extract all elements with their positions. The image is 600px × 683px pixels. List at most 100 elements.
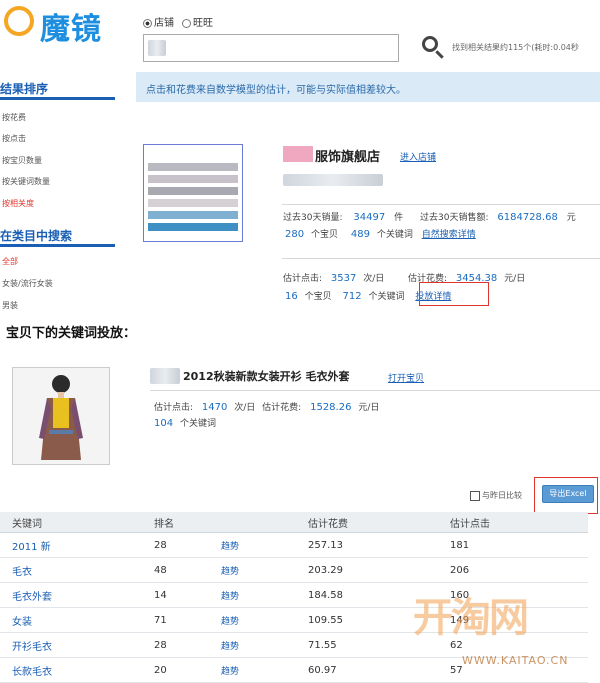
table-header-row: 关键词 排名 估计花费 估计点击	[0, 512, 588, 533]
shop-counts: 280 个宝贝 489 个关键词 自然搜索详情	[285, 227, 476, 240]
col-keyword[interactable]: 关键词	[0, 512, 142, 533]
compare-label: 与昨日比较	[482, 491, 522, 500]
item-clicks-unit: 次/日	[234, 403, 256, 413]
search-type-radios: 店铺 旺旺	[143, 14, 213, 29]
table-row: 2011 新 28 趋势 257.13 181	[0, 532, 588, 558]
sort-by-item-count[interactable]: 按宝贝数量	[2, 155, 42, 166]
compare-yesterday-checkbox[interactable]: 与昨日比较	[470, 490, 522, 501]
open-item-link[interactable]: 打开宝贝	[388, 371, 424, 384]
item-cost-value: 1528.26	[310, 402, 352, 413]
trend-link[interactable]: 趋势	[209, 582, 296, 608]
shop-image[interactable]	[143, 144, 243, 242]
sales-stat: 过去30天销量: 34497 件	[283, 210, 403, 223]
est-clicks-value: 3537	[330, 273, 357, 284]
est-clicks-stat: 估计点击: 3537 次/日	[283, 271, 384, 284]
sort-title: 结果排序	[0, 82, 49, 96]
items-value: 280	[285, 229, 305, 240]
watermark-url: WWW.KAITAO.CN	[462, 654, 569, 667]
shop-divider-2	[282, 258, 600, 259]
keyword-cell[interactable]: 开衫毛衣	[0, 632, 142, 658]
export-excel-button[interactable]: 导出Excel	[542, 485, 594, 503]
col-trend	[209, 512, 296, 533]
clicks-cell: 181	[438, 532, 588, 558]
shop-image-pixel	[148, 199, 238, 207]
est-cost-unit: 元/日	[504, 274, 526, 284]
shop-image-pixel	[148, 175, 238, 183]
category-men[interactable]: 男装	[2, 300, 18, 311]
ad-keywords-value: 712	[342, 291, 362, 302]
item-keywords-unit: 个关键词	[179, 419, 216, 429]
sales-label: 过去30天销量:	[283, 213, 343, 223]
keyword-cell[interactable]: 毛衣	[0, 557, 142, 583]
sort-by-keyword-count[interactable]: 按关键词数量	[2, 176, 50, 187]
trend-link[interactable]: 趋势	[209, 632, 296, 658]
trend-link[interactable]: 趋势	[209, 532, 296, 558]
rank-cell: 20	[142, 657, 209, 683]
category-all[interactable]: 全部	[2, 256, 18, 267]
rank-cell: 28	[142, 532, 209, 558]
section-title: 宝贝下的关键词投放：	[6, 326, 137, 341]
shop-name: 服饰旗舰店	[315, 150, 381, 165]
watermark-logo: 开淘网	[413, 595, 529, 641]
trend-link[interactable]: 趋势	[209, 657, 296, 683]
radio-wangwang[interactable]: 旺旺	[182, 14, 213, 29]
keyword-cell[interactable]: 长款毛衣	[0, 657, 142, 683]
item-title-blurred	[150, 368, 180, 384]
cost-cell: 203.29	[296, 557, 438, 583]
col-rank[interactable]: 排名	[142, 512, 209, 533]
sales-value: 34497	[353, 212, 386, 223]
item-keyword-count: 104 个关键词	[154, 416, 216, 429]
category-divider	[0, 244, 115, 247]
natural-search-link[interactable]: 自然搜索详情	[422, 230, 476, 240]
cost-cell: 60.97	[296, 657, 438, 683]
rank-cell: 14	[142, 582, 209, 608]
shop-image-pixel	[148, 223, 238, 231]
item-clicks-stat: 估计点击: 1470 次/日 估计花费: 1528.26 元/日	[154, 400, 379, 413]
logo-icon	[4, 6, 34, 36]
col-cost[interactable]: 估计花费	[296, 512, 438, 533]
item-clicks-label: 估计点击:	[154, 403, 194, 413]
cost-cell: 257.13	[296, 532, 438, 558]
trend-link[interactable]: 趋势	[209, 557, 296, 583]
item-cost-label: 估计花费:	[262, 403, 302, 413]
item-keywords-value: 104	[154, 418, 174, 429]
category-title: 在类目中搜索	[0, 229, 73, 243]
enter-shop-link[interactable]: 进入店铺	[400, 150, 436, 163]
notice-banner: 点击和花费来自数学模型的估计，可能与实际值相差较大。	[136, 72, 600, 102]
col-clicks[interactable]: 估计点击	[438, 512, 588, 533]
keyword-cell[interactable]: 女装	[0, 607, 142, 633]
shop-image-pixel	[148, 187, 238, 195]
shop-image-pixel	[148, 163, 238, 171]
sort-by-cost[interactable]: 按花费	[2, 112, 26, 123]
keyword-cell[interactable]: 毛衣外套	[0, 582, 142, 608]
search-icon[interactable]	[422, 36, 438, 52]
sort-by-relevance[interactable]: 按相关度	[2, 198, 34, 209]
revenue-value: 6184728.68	[497, 212, 558, 223]
radio-shop[interactable]: 店铺	[143, 14, 174, 29]
est-clicks-unit: 次/日	[363, 274, 385, 284]
sales-unit: 件	[394, 213, 404, 223]
item-image[interactable]	[12, 367, 110, 465]
radio-selected-icon[interactable]	[143, 18, 152, 28]
keywords-value: 489	[350, 229, 370, 240]
sort-by-clicks[interactable]: 按点击	[2, 133, 26, 144]
radio-unselected-icon[interactable]	[182, 18, 191, 28]
rank-cell: 48	[142, 557, 209, 583]
item-cost-unit: 元/日	[358, 403, 380, 413]
category-women[interactable]: 女装/流行女装	[2, 278, 53, 289]
revenue-unit: 元	[566, 213, 576, 223]
trend-link[interactable]: 趋势	[209, 607, 296, 633]
keywords-unit: 个关键词	[376, 230, 413, 240]
shop-divider	[282, 204, 600, 205]
table-row: 毛衣 48 趋势 203.29 206	[0, 557, 588, 583]
revenue-stat: 过去30天销售额: 6184728.68 元	[420, 210, 576, 223]
shop-name-blurred	[283, 146, 313, 162]
item-clicks-value: 1470	[201, 402, 228, 413]
keyword-cell[interactable]: 2011 新	[0, 532, 142, 558]
revenue-label: 过去30天销售额:	[420, 213, 489, 223]
search-input[interactable]	[143, 34, 399, 62]
search-query-blurred	[148, 40, 166, 56]
radio-shop-label: 店铺	[154, 18, 174, 29]
checkbox-icon[interactable]	[470, 490, 480, 501]
sort-divider	[0, 97, 115, 100]
